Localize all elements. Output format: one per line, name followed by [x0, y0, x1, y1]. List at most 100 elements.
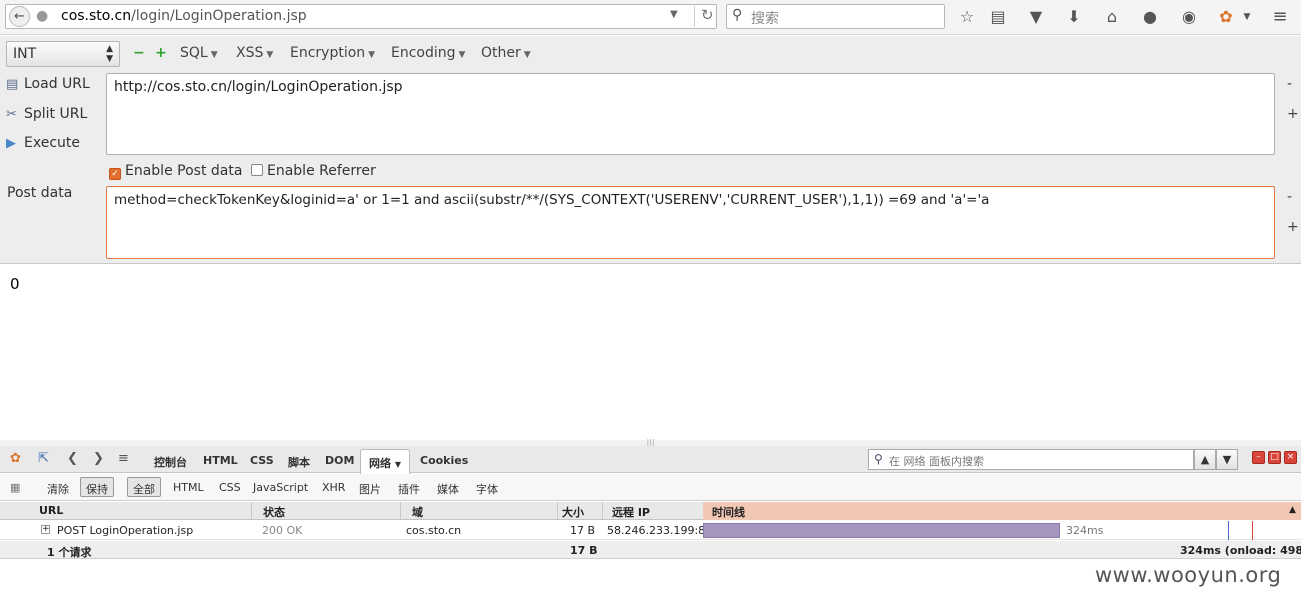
reading-list-icon[interactable]: ▤ — [987, 6, 1009, 28]
post-shrink-button[interactable]: - — [1287, 189, 1292, 205]
tab-css[interactable]: CSS — [250, 454, 274, 467]
url-text[interactable]: cos.sto.cn/login/LoginOperation.jsp — [61, 8, 307, 24]
table-row[interactable]: + POST LoginOperation.jsp 200 OK cos.sto… — [0, 521, 1301, 540]
url-expand-button[interactable]: + — [1287, 106, 1299, 122]
search-icon: ⚲ — [732, 7, 743, 23]
execute-button[interactable]: ▶ Execute — [6, 135, 80, 151]
enable-referrer-checkbox[interactable]: Enable Referrer — [251, 163, 376, 179]
page-result: 0 — [10, 275, 20, 293]
clear-button[interactable]: 清除 — [47, 481, 69, 497]
menu-icon[interactable]: ≡ — [1269, 6, 1291, 28]
dom-content-loaded-line — [1228, 521, 1229, 540]
globe-icon: ● — [36, 8, 49, 24]
tab-script[interactable]: 脚本 — [288, 454, 310, 470]
expand-icon[interactable]: + — [41, 525, 50, 534]
net-options-icon[interactable]: ▦ — [10, 481, 20, 494]
onload-line — [1252, 521, 1253, 540]
request-time: 324ms — [1066, 524, 1104, 537]
tab-console[interactable]: 控制台 — [154, 454, 187, 470]
post-expand-button[interactable]: + — [1287, 219, 1299, 235]
back-arrow-icon[interactable]: ← — [9, 6, 30, 27]
firebug-bug-icon[interactable]: ✿ — [10, 451, 21, 466]
request-size: 17 B — [570, 524, 596, 537]
request-domain: cos.sto.cn — [406, 524, 462, 537]
command-line-icon[interactable]: ≡ — [118, 451, 129, 466]
timeline-bar — [703, 523, 1060, 538]
persist-button[interactable]: 保持 — [80, 477, 114, 497]
detach-icon[interactable]: □ — [1268, 451, 1281, 464]
col-domain[interactable]: 域 — [412, 504, 423, 520]
load-url-button[interactable]: ▤ Load URL — [6, 76, 90, 92]
filter-html[interactable]: HTML — [173, 481, 204, 494]
col-remote-ip[interactable]: 远程 IP — [612, 504, 650, 520]
col-timeline[interactable]: 时间线 — [712, 504, 745, 520]
menu-xss[interactable]: XSS ▼ — [236, 45, 273, 61]
tab-html[interactable]: HTML — [203, 454, 238, 467]
scissors-icon: ✂ — [6, 107, 17, 122]
filter-fonts[interactable]: 字体 — [476, 481, 498, 497]
chat-icon[interactable]: ● — [1139, 6, 1161, 28]
col-url[interactable]: URL — [39, 504, 63, 517]
panel-search-input[interactable]: ⚲ 在 网络 面板内搜索 — [868, 449, 1194, 470]
download-icon[interactable]: ⬇ — [1063, 6, 1085, 28]
menu-other[interactable]: Other ▼ — [481, 45, 531, 61]
timeline-header-bg — [703, 502, 1301, 520]
filter-javascript[interactable]: JavaScript — [253, 481, 308, 494]
search-icon: ⚲ — [874, 452, 883, 466]
increase-button[interactable]: + — [155, 45, 167, 61]
filter-css[interactable]: CSS — [219, 481, 241, 494]
home-icon[interactable]: ⌂ — [1101, 6, 1123, 28]
summary-size: 17 B — [570, 544, 598, 557]
tab-cookies[interactable]: Cookies — [420, 454, 468, 467]
net-filter-bar: ▦ 清除 保持 全部 HTML CSS JavaScript XHR 图片 插件… — [0, 474, 1301, 501]
decrease-button[interactable]: − — [133, 45, 145, 61]
url-shrink-button[interactable]: - — [1287, 76, 1292, 92]
forward-nav-icon[interactable]: ❯ — [93, 451, 104, 466]
pocket-icon[interactable]: ▼ — [1025, 6, 1047, 28]
post-data-label: Post data — [7, 185, 73, 201]
firebug-tabbar: ✿ ⇱ ❮ ❯ ≡ 控制台 HTML CSS 脚本 DOM 网络 ▼ Cooki… — [0, 446, 1301, 474]
post-data-textarea[interactable]: method=checkTokenKey&loginid=a' or 1=1 a… — [106, 186, 1275, 259]
filter-media[interactable]: 媒体 — [437, 481, 459, 497]
col-size[interactable]: 大小 — [562, 504, 584, 520]
search-placeholder: 搜索 — [751, 11, 779, 27]
summary-timing: 324ms (onload: 498ms) — [1180, 544, 1301, 557]
sort-up-icon[interactable]: ▲ — [1289, 505, 1296, 515]
firebug-dropdown-icon[interactable]: ▼ — [1236, 6, 1258, 28]
back-nav-icon[interactable]: ❮ — [67, 451, 78, 466]
profile-icon[interactable]: ◉ — [1178, 6, 1200, 28]
tab-dom[interactable]: DOM — [325, 454, 354, 467]
filter-images[interactable]: 图片 — [359, 481, 381, 497]
hackbar-panel: INT ▲ ▼ − + SQL ▼ XSS ▼ Encryption ▼ Encodin… — [0, 36, 1301, 264]
filter-xhr[interactable]: XHR — [322, 481, 345, 494]
search-box[interactable]: ⚲ 搜索 — [726, 4, 945, 29]
enable-post-checkbox[interactable]: ✓ Enable Post data — [109, 163, 242, 180]
mode-select[interactable]: INT ▲ ▼ — [6, 41, 120, 67]
menu-encryption[interactable]: Encryption ▼ — [290, 45, 375, 61]
star-bookmark-icon[interactable]: ☆ — [956, 6, 978, 28]
menu-encoding[interactable]: Encoding ▼ — [391, 45, 465, 61]
filter-all[interactable]: 全部 — [127, 477, 161, 497]
watermark: www.wooyun.org — [1095, 563, 1282, 587]
search-prev-button[interactable]: ▲ — [1194, 449, 1216, 470]
reload-icon[interactable]: ↻ — [694, 6, 714, 27]
search-next-button[interactable]: ▼ — [1216, 449, 1238, 470]
close-icon[interactable]: × — [1284, 451, 1297, 464]
minimize-icon[interactable]: – — [1252, 451, 1265, 464]
tab-net[interactable]: 网络 ▼ — [360, 449, 410, 474]
filter-plugins[interactable]: 插件 — [398, 481, 420, 497]
menu-sql[interactable]: SQL ▼ — [180, 45, 218, 61]
load-url-icon: ▤ — [6, 77, 19, 92]
mode-value: INT — [13, 46, 37, 62]
split-url-button[interactable]: ✂ Split URL — [6, 106, 87, 122]
address-bar[interactable]: ← ● cos.sto.cn/login/LoginOperation.jsp … — [5, 4, 717, 29]
url-textarea[interactable]: http://cos.sto.cn/login/LoginOperation.j… — [106, 73, 1275, 155]
history-dropdown-icon[interactable]: ▼ — [670, 9, 678, 20]
request-url: POST LoginOperation.jsp — [57, 524, 194, 537]
inspect-icon[interactable]: ⇱ — [38, 451, 49, 466]
browser-toolbar: ← ● cos.sto.cn/login/LoginOperation.jsp … — [0, 0, 1301, 35]
play-icon: ▶ — [6, 136, 16, 151]
net-dropdown-icon: ▼ — [394, 460, 401, 469]
col-status[interactable]: 状态 — [263, 504, 285, 520]
firebug-icon[interactable]: ✿ — [1215, 6, 1237, 28]
